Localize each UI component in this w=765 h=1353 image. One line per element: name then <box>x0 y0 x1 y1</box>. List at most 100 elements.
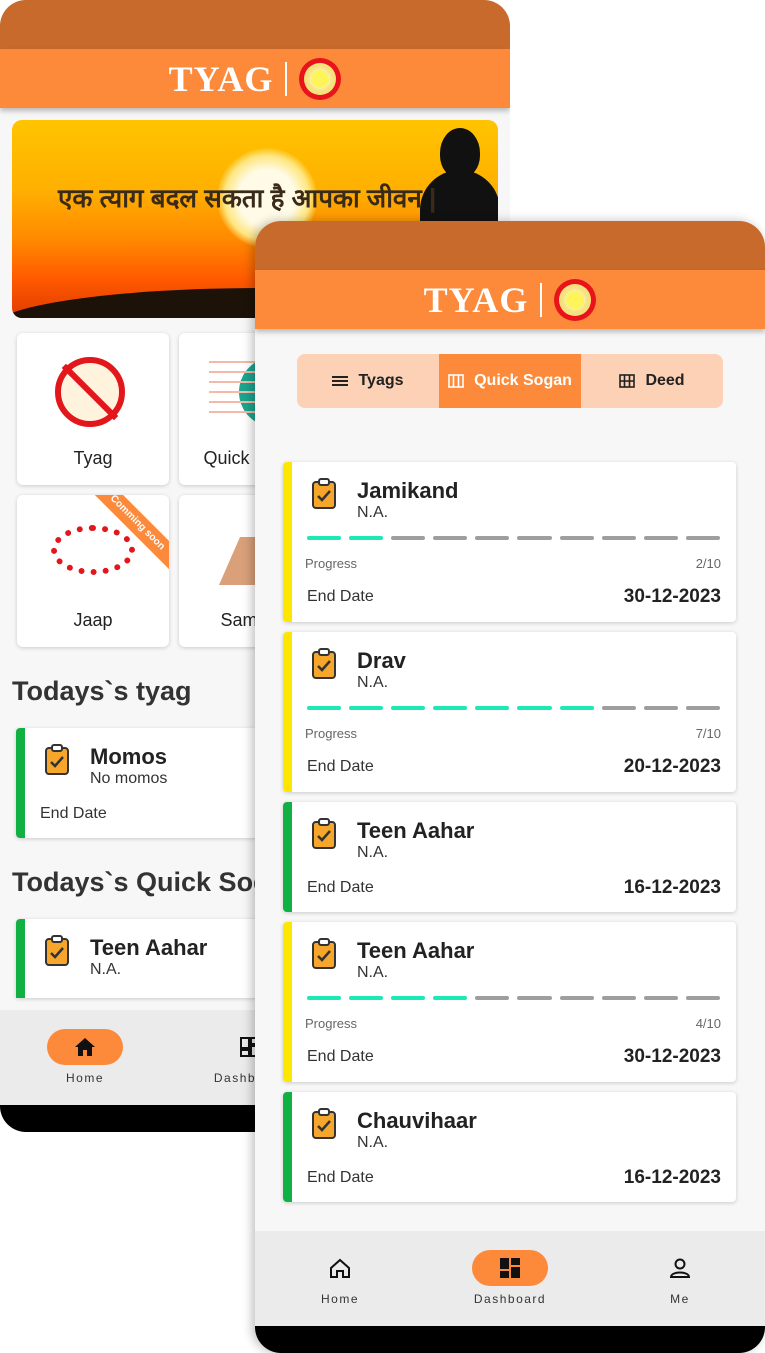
clipboard-check-icon <box>312 478 336 509</box>
progress-segment <box>517 536 552 540</box>
card-accent-bar <box>283 632 292 792</box>
quick-sogan-card[interactable]: Drav N.A. Progress 7/10 End Date 20-12-20… <box>283 632 736 792</box>
nav-me[interactable]: Me <box>620 1250 740 1306</box>
tab-quick-sogan[interactable]: Quick Sogan <box>439 354 581 408</box>
card-subtitle: N.A. <box>357 1134 389 1151</box>
tab-deed[interactable]: Deed <box>581 354 723 408</box>
home-icon <box>330 1258 350 1278</box>
card-subtitle: N.A. <box>357 674 389 691</box>
app-logo-icon <box>554 278 597 321</box>
nav-pill <box>302 1250 378 1286</box>
card-subtitle: No momos <box>90 770 168 787</box>
progress-segment <box>685 996 720 1000</box>
tab-label: Tyags <box>358 372 404 389</box>
progress-segment <box>349 536 384 540</box>
progress-segment <box>601 706 636 710</box>
progress-label: Progress <box>305 556 358 571</box>
clipboard-check-icon <box>312 818 336 849</box>
status-bar <box>0 0 510 49</box>
tile-tyag[interactable]: Tyag <box>17 333 169 485</box>
end-date-value: 16-12-2023 <box>623 1167 721 1188</box>
card-accent-bar <box>283 462 292 622</box>
nav-dashboard[interactable]: Dashboard <box>450 1250 570 1306</box>
progress-count: 4/10 <box>695 1016 721 1031</box>
end-date-label: End Date <box>307 1169 374 1186</box>
app-title: TYAG <box>168 58 274 99</box>
card-title: Chauvihaar <box>357 1108 477 1133</box>
progress-segment <box>433 536 468 540</box>
clipboard-check-icon <box>312 938 336 969</box>
card-subtitle: N.A. <box>357 504 389 521</box>
progress-segment <box>559 996 594 1000</box>
end-date-label: End Date <box>307 1048 374 1065</box>
tab-tyags[interactable]: Tyags <box>297 354 439 408</box>
end-date-value: 30-12-2023 <box>623 1046 721 1067</box>
app-logo-icon <box>299 57 342 100</box>
end-date-value: 20-12-2023 <box>623 756 721 777</box>
progress-segment <box>601 996 636 1000</box>
card-accent-bar <box>16 728 25 838</box>
progress-bar <box>307 996 720 1000</box>
title-divider <box>540 282 543 317</box>
end-date-label: End Date <box>307 588 374 605</box>
dashboard-screen: TYAG Tyags Quick Sogan Deed Jamikand N.A… <box>255 221 765 1353</box>
segmented-tabs: Tyags Quick Sogan Deed <box>297 354 723 408</box>
progress-segment <box>475 706 510 710</box>
app-bar: TYAG <box>255 270 765 329</box>
title-divider <box>285 61 288 96</box>
card-title: Teen Aahar <box>357 938 475 963</box>
progress-segment <box>391 996 426 1000</box>
card-subtitle: N.A. <box>90 961 122 978</box>
progress-bar <box>307 536 720 540</box>
app-bar: TYAG <box>0 49 510 108</box>
end-date-label: End Date <box>307 758 374 775</box>
nav-pill <box>472 1250 548 1286</box>
end-date-value: 16-12-2023 <box>623 877 721 898</box>
quick-sogan-card[interactable]: Jamikand N.A. Progress 2/10 End Date 30-1… <box>283 462 736 622</box>
nav-home[interactable]: Home <box>280 1250 400 1306</box>
nav-label: Dashboard <box>473 1292 547 1306</box>
system-nav-bar <box>255 1326 765 1353</box>
card-title: Teen Aahar <box>90 935 208 960</box>
progress-count: 7/10 <box>695 726 721 741</box>
list-icon <box>332 376 349 386</box>
progress-segment <box>559 706 594 710</box>
quick-sogan-card[interactable]: Chauvihaar N.A. End Date 16-12-2023 <box>283 1092 736 1202</box>
end-date-label: End Date <box>40 805 107 822</box>
progress-bar <box>307 706 720 710</box>
tab-label: Quick Sogan <box>474 372 572 389</box>
nav-label: Home <box>320 1292 359 1306</box>
card-subtitle: N.A. <box>357 844 389 861</box>
card-accent-bar <box>283 922 292 1082</box>
card-title: Teen Aahar <box>357 818 475 843</box>
columns-icon <box>448 374 464 388</box>
prayer-beads-icon <box>51 525 135 575</box>
nav-label: Me <box>670 1292 690 1306</box>
progress-segment <box>559 536 594 540</box>
quick-sogan-card[interactable]: Teen Aahar N.A. Progress 4/10 End Date 30… <box>283 922 736 1082</box>
progress-segment <box>517 996 552 1000</box>
progress-segment <box>391 706 426 710</box>
progress-segment <box>643 536 678 540</box>
home-icon <box>75 1038 95 1056</box>
clipboard-check-icon <box>45 935 69 966</box>
nav-label: Home <box>65 1071 104 1085</box>
end-date-label: End Date <box>307 879 374 896</box>
progress-label: Progress <box>305 726 358 741</box>
nav-home[interactable]: Home <box>25 1029 145 1085</box>
card-accent-bar <box>16 919 25 998</box>
clipboard-check-icon <box>312 648 336 679</box>
progress-count: 2/10 <box>695 556 721 571</box>
app-title: TYAG <box>423 279 529 320</box>
quick-sogan-card[interactable]: Teen Aahar N.A. End Date 16-12-2023 <box>283 802 736 912</box>
tile-jaap[interactable]: Comming soon Jaap <box>17 495 169 647</box>
card-title: Momos <box>90 744 167 769</box>
progress-segment <box>685 706 720 710</box>
end-date-value: 30-12-2023 <box>623 586 721 607</box>
progress-segment <box>307 996 342 1000</box>
card-accent-bar <box>283 1092 292 1202</box>
progress-segment <box>433 996 468 1000</box>
person-icon <box>669 1258 691 1278</box>
progress-segment <box>307 706 342 710</box>
nav-pill <box>642 1250 718 1286</box>
